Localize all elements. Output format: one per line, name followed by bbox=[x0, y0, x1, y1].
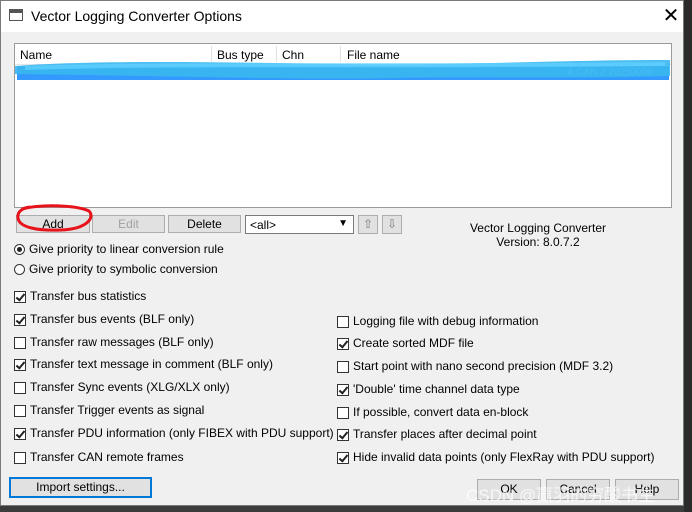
close-icon[interactable]: ✕ bbox=[657, 3, 685, 29]
arrow-down-icon: ⇩ bbox=[386, 217, 398, 231]
ok-button[interactable]: OK bbox=[477, 479, 541, 500]
checkbox-label: Transfer Sync events (XLG/XLX only) bbox=[30, 380, 230, 394]
title-bar: Vector Logging Converter Options ✕ bbox=[1, 1, 683, 32]
import-settings-button[interactable]: Import settings... bbox=[9, 477, 152, 498]
checkbox-label: Transfer text message in comment (BLF on… bbox=[30, 357, 273, 371]
checkbox-box[interactable] bbox=[14, 405, 26, 417]
checkbox-box[interactable] bbox=[337, 384, 349, 396]
checkbox-box[interactable] bbox=[337, 407, 349, 419]
checkbox-label: Transfer bus statistics bbox=[30, 289, 147, 303]
column-separator[interactable] bbox=[276, 46, 277, 62]
column-name[interactable]: Name bbox=[20, 48, 52, 62]
checkbox-label: Transfer raw messages (BLF only) bbox=[30, 335, 214, 349]
checkbox-box[interactable] bbox=[14, 337, 26, 349]
move-down-button[interactable]: ⇩ bbox=[382, 215, 402, 234]
checkbox-label: Transfer bus events (BLF only) bbox=[30, 312, 195, 326]
column-separator[interactable] bbox=[340, 46, 341, 62]
arrow-up-icon: ⇧ bbox=[362, 217, 374, 231]
checkbox-box[interactable] bbox=[14, 291, 26, 303]
list-item-file-name: A CAN 2 20250000 bbox=[567, 67, 653, 78]
checkbox-box[interactable] bbox=[337, 361, 349, 373]
checkbox-box[interactable] bbox=[14, 428, 26, 440]
radio-label: Give priority to symbolic conversion bbox=[29, 262, 218, 276]
checkbox-label: Transfer CAN remote frames bbox=[30, 450, 184, 464]
checkbox-box[interactable] bbox=[337, 452, 349, 464]
column-chn[interactable]: Chn bbox=[282, 48, 304, 62]
checkbox-label: Logging file with debug information bbox=[353, 314, 539, 328]
window-title: Vector Logging Converter Options bbox=[31, 8, 242, 24]
edit-button[interactable]: Edit bbox=[92, 215, 165, 233]
chevron-down-icon: ▼ bbox=[338, 218, 348, 229]
checkbox-box[interactable] bbox=[337, 316, 349, 328]
radio-label: Give priority to linear conversion rule bbox=[29, 242, 224, 256]
checkbox-box[interactable] bbox=[14, 382, 26, 394]
checkbox-label: 'Double' time channel data type bbox=[353, 382, 520, 396]
checkbox-box[interactable] bbox=[14, 314, 26, 326]
checkbox-label: Transfer Trigger events as signal bbox=[30, 403, 205, 417]
checkbox-label: Transfer PDU information (only FIBEX wit… bbox=[30, 426, 334, 440]
checkbox-label: Hide invalid data points (only FlexRay w… bbox=[353, 450, 655, 464]
radio-dot[interactable] bbox=[14, 264, 25, 275]
app-name: Vector Logging Converter bbox=[469, 221, 607, 235]
checkbox-box[interactable] bbox=[14, 359, 26, 371]
logging-file-list[interactable]: Name Bus type Chn File name A CAN 2 2025… bbox=[14, 43, 672, 208]
window-icon bbox=[9, 9, 23, 21]
bus-filter-value: <all> bbox=[250, 218, 277, 232]
checkbox-box[interactable] bbox=[337, 338, 349, 350]
column-file-name[interactable]: File name bbox=[347, 48, 400, 62]
radio-dot[interactable] bbox=[14, 244, 25, 255]
column-bus-type[interactable]: Bus type bbox=[217, 48, 264, 62]
delete-button[interactable]: Delete bbox=[168, 215, 241, 233]
list-item[interactable]: A CAN 2 20250000 bbox=[17, 66, 669, 80]
column-separator[interactable] bbox=[211, 46, 212, 62]
options-dialog: Vector Logging Converter Options ✕ Name … bbox=[0, 0, 684, 506]
move-up-button[interactable]: ⇧ bbox=[358, 215, 378, 234]
checkbox-box[interactable] bbox=[337, 429, 349, 441]
app-version: Version: 8.0.7.2 bbox=[496, 235, 580, 249]
cancel-button[interactable]: Cancel bbox=[546, 479, 610, 500]
list-header: Name Bus type Chn File name bbox=[15, 44, 671, 65]
add-button[interactable]: Add bbox=[16, 215, 90, 233]
checkbox-box[interactable] bbox=[14, 452, 26, 464]
bus-filter-dropdown[interactable]: <all> ▼ bbox=[245, 215, 354, 234]
checkbox-label: Transfer places after decimal point bbox=[353, 427, 537, 441]
checkbox-label: Start point with nano second precision (… bbox=[353, 359, 614, 373]
help-button[interactable]: Help bbox=[615, 479, 679, 500]
checkbox-label: Create sorted MDF file bbox=[353, 336, 474, 350]
checkbox-label: If possible, convert data en-block bbox=[353, 405, 529, 419]
background-window-edge bbox=[684, 0, 692, 512]
